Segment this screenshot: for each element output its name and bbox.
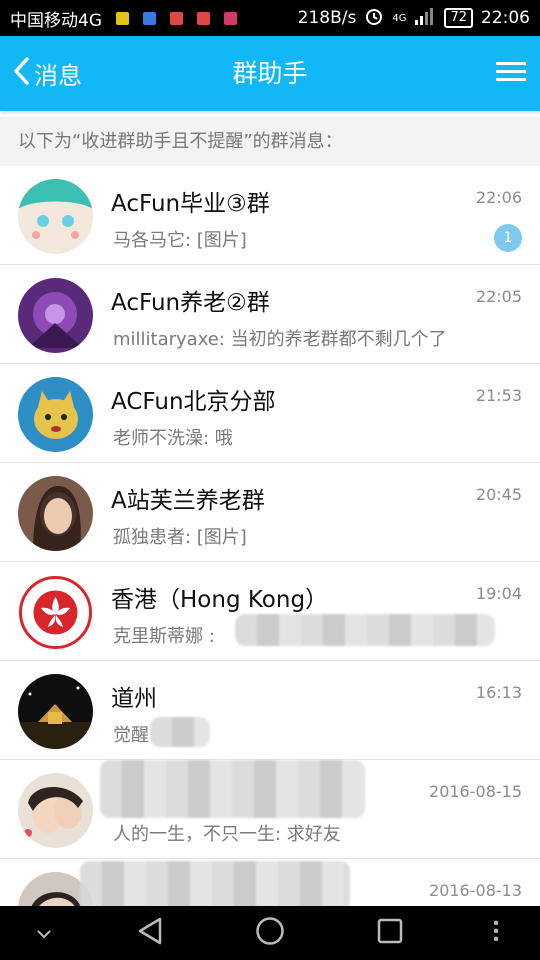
group-row[interactable]: 道州 16:13 觉醒 xyxy=(0,661,540,760)
hide-nav-button[interactable] xyxy=(14,906,74,960)
clock: 22:06 xyxy=(481,8,530,28)
battery-indicator: 72 xyxy=(444,8,473,28)
avatar xyxy=(18,674,93,749)
message-time: 21:53 xyxy=(475,386,522,405)
message-preview: 马各马它: [图片] xyxy=(113,230,247,251)
message-preview: millitaryaxe: 当初的养老群都不剩几个了 xyxy=(113,329,447,350)
notification-icon xyxy=(116,11,129,25)
group-row[interactable]: A站芙兰养老群 20:45 孤独患者: [图片] xyxy=(0,463,540,562)
group-list: AcFun毕业③群 22:06 马各马它: [图片] 1 AcFun养老②群 2… xyxy=(0,166,540,958)
section-hint: 以下为“收进群助手且不提醒”的群消息： xyxy=(0,117,540,166)
message-time: 22:05 xyxy=(475,287,522,306)
menu-icon[interactable] xyxy=(496,58,526,88)
redacted-text xyxy=(150,717,210,747)
network-speed: 218B/s xyxy=(297,8,357,28)
signal-icon xyxy=(414,7,436,30)
circle-home-icon xyxy=(255,916,285,950)
back-button[interactable]: 消息 xyxy=(12,36,82,111)
message-time: 19:04 xyxy=(475,584,522,603)
group-name: A站芙兰养老群 xyxy=(111,488,265,514)
message-preview: 老师不洗澡: 哦 xyxy=(113,428,233,449)
net-type-label: 4G xyxy=(392,12,407,24)
group-name: AcFun毕业③群 xyxy=(111,191,270,217)
group-row[interactable]: ACFun北京分部 21:53 老师不洗澡: 哦 xyxy=(0,364,540,463)
redacted-text xyxy=(80,861,350,911)
notification-icon xyxy=(197,11,210,25)
chevron-left-icon xyxy=(12,56,34,92)
alarm-icon xyxy=(364,6,384,31)
notification-icon xyxy=(143,11,156,25)
carrier-label: 中国移动4G xyxy=(10,10,102,31)
message-preview: 孤独患者: [图片] xyxy=(113,527,247,548)
title-bar: 消息 群助手 xyxy=(0,36,540,111)
notification-icon xyxy=(170,11,183,25)
more-dots-icon xyxy=(493,920,499,946)
message-preview: 人的一生，不只一生: 求好友 xyxy=(113,824,341,845)
group-name: ACFun北京分部 xyxy=(111,389,276,415)
group-row[interactable]: AcFun养老②群 22:05 millitaryaxe: 当初的养老群都不剩几… xyxy=(0,265,540,364)
avatar xyxy=(18,476,93,551)
message-time: 16:13 xyxy=(475,683,522,702)
nav-recents-button[interactable] xyxy=(360,906,420,960)
redacted-text xyxy=(100,760,365,818)
group-name: 道州 xyxy=(111,686,157,712)
message-preview: 克里斯蒂娜 : xyxy=(113,626,215,647)
notification-icon xyxy=(224,11,237,25)
message-preview: 觉醒 xyxy=(113,725,149,746)
avatar xyxy=(18,575,93,650)
avatar xyxy=(18,377,93,452)
avatar xyxy=(18,179,93,254)
group-row[interactable]: AcFun毕业③群 22:06 马各马它: [图片] 1 xyxy=(0,166,540,265)
group-row[interactable]: 2016-08-15 人的一生，不只一生: 求好友 xyxy=(0,760,540,859)
triangle-back-icon xyxy=(136,916,164,950)
nav-back-button[interactable] xyxy=(120,906,180,960)
group-name: 香港（Hong Kong） xyxy=(111,587,329,613)
avatar xyxy=(18,773,93,848)
message-time: 2016-08-13 xyxy=(429,881,522,900)
group-name: AcFun养老②群 xyxy=(111,290,270,316)
unread-badge: 1 xyxy=(494,224,522,252)
avatar xyxy=(18,278,93,353)
system-nav-bar xyxy=(0,906,540,960)
message-time: 20:45 xyxy=(475,485,522,504)
message-time: 22:06 xyxy=(475,188,522,207)
message-time: 2016-08-15 xyxy=(429,782,522,801)
nav-more-button[interactable] xyxy=(466,906,526,960)
group-row[interactable]: 香港（Hong Kong） 19:04 克里斯蒂娜 : xyxy=(0,562,540,661)
square-recents-icon xyxy=(376,917,404,949)
redacted-text xyxy=(235,614,495,646)
status-bar: 中国移动4G 218B/s 4G 72 22:06 xyxy=(0,0,540,36)
nav-home-button[interactable] xyxy=(240,906,300,960)
back-label: 消息 xyxy=(34,62,82,90)
chevron-down-icon xyxy=(36,924,52,943)
